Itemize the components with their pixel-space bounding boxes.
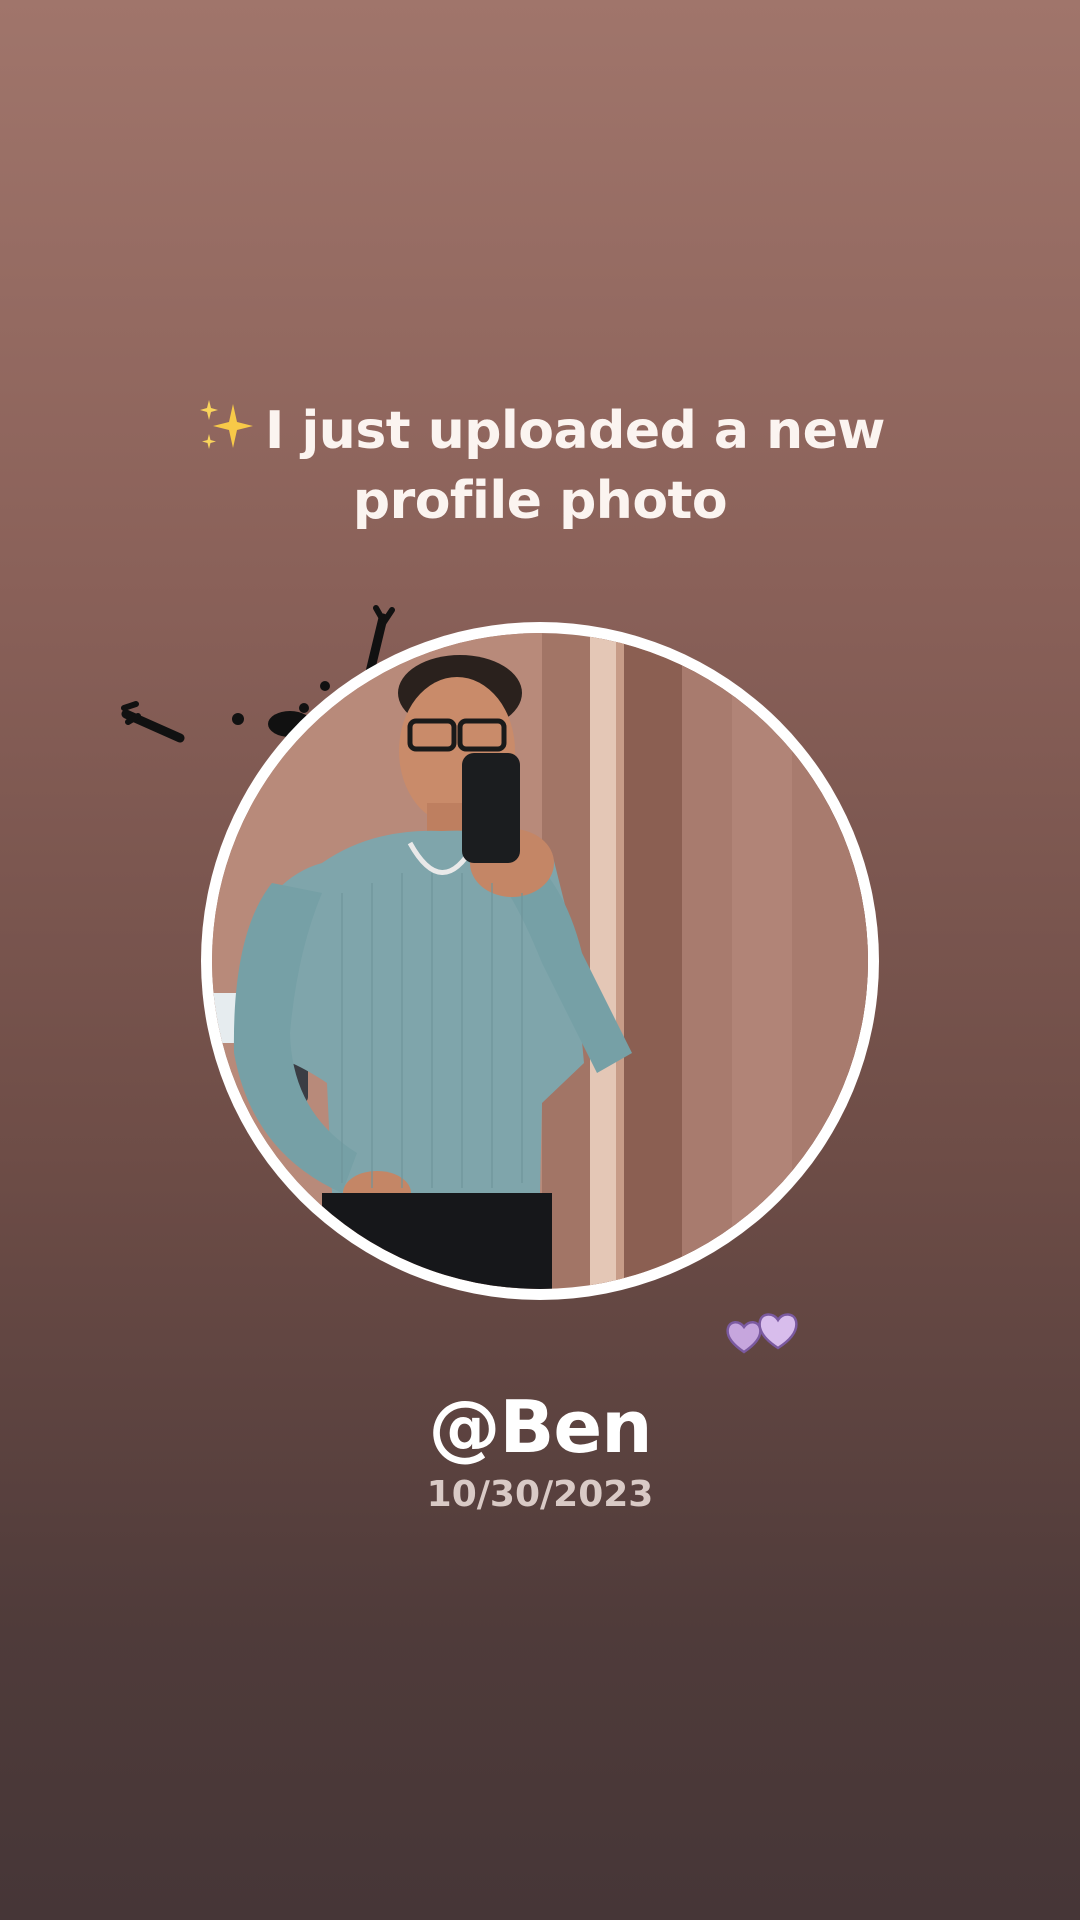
- headline-line-1: I just uploaded a new: [265, 401, 885, 461]
- headline-line-2: profile photo: [352, 471, 728, 531]
- profile-photo-frame: [201, 622, 879, 1300]
- upload-date: 10/30/2023: [426, 1474, 654, 1515]
- story-headline: I just uploaded a new profile photo: [0, 396, 1080, 536]
- username: @Ben: [428, 1385, 653, 1469]
- hearts-icon: [726, 1313, 798, 1354]
- sparkles-icon: [200, 400, 254, 449]
- profile-photo[interactable]: [212, 633, 868, 1289]
